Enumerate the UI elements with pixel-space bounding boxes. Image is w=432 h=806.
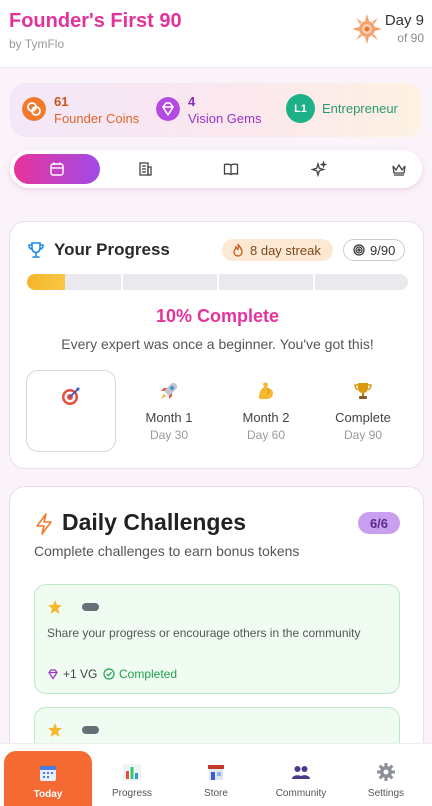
challenges-title: Daily Challenges: [62, 509, 247, 535]
tab-sparkle[interactable]: [288, 154, 350, 184]
challenges-subtitle: Complete challenges to earn bonus tokens: [34, 543, 300, 559]
milestone-month-1: Month 1 Day 30: [129, 380, 209, 442]
tab-book[interactable]: [200, 154, 262, 184]
coins-label: Founder Coins: [54, 111, 140, 126]
challenge-reward: +1 VG: [47, 667, 97, 681]
app-subtitle: by TymFlo: [9, 37, 65, 51]
people-icon: [292, 766, 310, 779]
milestone-name: Month 1: [145, 410, 193, 425]
star-icon: [48, 600, 62, 614]
challenge-status: Completed: [103, 667, 177, 681]
target-dart-icon: [62, 387, 80, 405]
percent-complete: 10% Complete: [155, 306, 280, 326]
level-label: Entrepreneur: [322, 101, 398, 116]
milestone-day: Day 90: [343, 428, 383, 442]
flexed-arm-icon: [259, 382, 273, 399]
trophy-cup-icon: [354, 383, 372, 399]
day-total: of 90: [397, 31, 424, 45]
crown-icon: [392, 163, 406, 176]
category-tag: [82, 726, 99, 734]
category-tag: [82, 603, 99, 611]
tab-crown[interactable]: [376, 154, 422, 184]
nav-label: Today: [33, 789, 63, 800]
streak-badge: 8 day streak: [222, 239, 333, 261]
nav-progress[interactable]: Progress: [92, 744, 172, 806]
progress-title: Your Progress: [54, 240, 170, 259]
nav-store[interactable]: Store: [172, 744, 260, 806]
current-milestone[interactable]: [26, 370, 116, 452]
bottom-nav: Today Progress Store Community Settings: [0, 743, 432, 806]
check-circle-icon: [103, 668, 115, 680]
gems-value: 4: [188, 94, 196, 109]
coins-value: 61: [54, 94, 69, 109]
status-text: Completed: [119, 667, 178, 681]
streak-text: 8 day streak: [250, 242, 321, 258]
sparkle-icon: [311, 161, 327, 177]
lightning-icon: [36, 513, 52, 535]
challenge-item[interactable]: Share your progress or encourage others …: [34, 584, 400, 694]
progress-bar-divider: [313, 274, 315, 290]
calendar-icon: [40, 766, 56, 781]
tab-calendar[interactable]: [14, 154, 100, 184]
motivation-text: Every expert was once a beginner. You've…: [61, 336, 374, 352]
book-icon: [223, 163, 239, 176]
target-icon: [353, 244, 365, 256]
flame-icon: [233, 243, 243, 257]
gem-icon: [48, 669, 58, 680]
section-tab-bar: [10, 150, 422, 188]
milestone-name: Month 2: [242, 410, 290, 425]
sun-icon: [352, 14, 382, 44]
gear-icon: [377, 763, 395, 781]
gem-icon: [156, 97, 180, 121]
tab-building[interactable]: [114, 154, 176, 184]
star-icon: [48, 723, 62, 737]
milestone-complete: Complete Day 90: [323, 380, 403, 442]
level-badge: L1: [286, 94, 315, 123]
day-counter: Day 9 of 90: [385, 12, 424, 45]
nav-community[interactable]: Community: [260, 744, 342, 806]
trophy-icon: [28, 242, 44, 258]
app-title: Founder's First 90: [9, 10, 182, 32]
nav-label: Progress: [111, 788, 152, 799]
reward-text: +1 VG: [63, 667, 98, 681]
gems-label: Vision Gems: [188, 111, 262, 126]
nav-label: Store: [204, 788, 228, 799]
nav-today[interactable]: Today: [4, 751, 92, 806]
nav-label: Settings: [367, 788, 405, 799]
store-icon: [208, 765, 224, 780]
progress-bar-fill: [27, 274, 66, 290]
challenge-description: Share your progress or encourage others …: [47, 626, 361, 640]
milestone-day: Day 60: [246, 428, 286, 442]
app-header: Founder's First 90 by TymFlo Day 9 of 90: [0, 0, 432, 68]
milestone-day: Day 30: [149, 428, 189, 442]
nav-settings[interactable]: Settings: [342, 744, 430, 806]
milestone-month-2: Month 2 Day 60: [226, 380, 306, 442]
challenges-count-badge: 6/6: [358, 512, 400, 534]
building-icon: [139, 162, 152, 176]
coins-icon: [22, 97, 46, 121]
milestone-name: Complete: [335, 410, 391, 425]
progress-bar: [27, 274, 408, 290]
progress-bar-divider: [217, 274, 219, 290]
progress-card: Your Progress 8 day streak 9/90 10% Comp…: [9, 221, 424, 469]
bar-chart-icon: [123, 764, 141, 781]
rocket-icon: [161, 383, 177, 399]
progress-bar-divider: [121, 274, 123, 290]
daily-challenges-card: Daily Challenges 6/6 Complete challenges…: [9, 486, 424, 767]
day-count-text: 9/90: [370, 242, 396, 258]
stats-bar: 61 Founder Coins 4 Vision Gems L1 Entrep…: [10, 83, 422, 137]
nav-label: Community: [275, 788, 327, 799]
day-count-badge: 9/90: [343, 239, 406, 261]
calendar-icon: [50, 162, 64, 176]
day-label: Day 9: [384, 12, 424, 29]
